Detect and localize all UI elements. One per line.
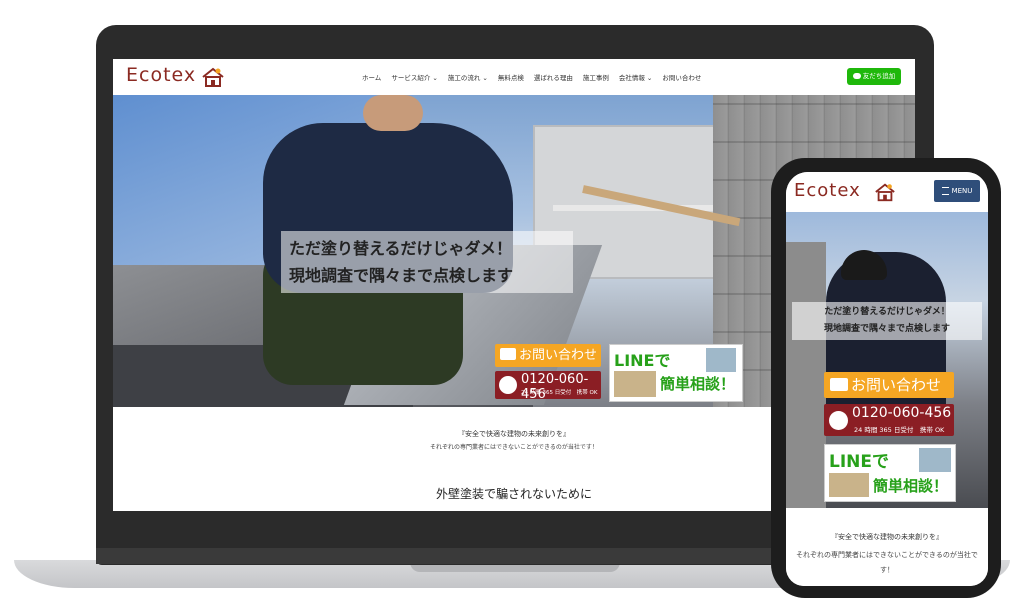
line-bubble-icon: [852, 73, 861, 79]
line-add-friend-label: 友だち追加: [862, 72, 896, 80]
phone-icon: [499, 376, 517, 394]
mobile-contact-button[interactable]: お問い合わせ: [824, 372, 954, 398]
desktop-header: Ecotex ホーム サービス紹介 ⌄ 施工の流れ ⌄ 無料点検 選ばれる理由 …: [113, 59, 915, 95]
house-logo-icon: [202, 67, 224, 87]
house-photo-2: [614, 371, 656, 397]
mobile-line-title: LINEで: [829, 452, 889, 472]
mobile-header: Ecotex MENU: [786, 172, 988, 212]
phone-hours: 24 時間 365 日受付 携帯 OK: [521, 390, 598, 396]
mobile-intro: 『安全で快適な建物の未来創りを』 それぞれの専門業者にはできないことができるのが…: [786, 508, 988, 586]
menu-button-label: MENU: [951, 187, 973, 195]
line-banner-title: LINEで: [614, 351, 671, 370]
mobile-headline-line2: 現地調査で隅々まで点検します: [823, 324, 950, 334]
house-logo-icon: [875, 183, 895, 202]
mobile-tagline: 『安全で快適な建物の未来創りを』: [831, 533, 943, 541]
mobile-contact-label: お問い合わせ: [851, 376, 942, 394]
desktop-nav: ホーム サービス紹介 ⌄ 施工の流れ ⌄ 無料点検 選ばれる理由 施工事例 会社…: [362, 72, 701, 82]
menu-bars-icon: [941, 187, 949, 195]
line-banner-subtitle: 簡単相談！: [660, 375, 736, 393]
house-photo-1: [706, 348, 736, 372]
contact-button-label: お問い合わせ: [519, 348, 598, 363]
nav-reasons[interactable]: 選ばれる理由: [534, 72, 573, 82]
line-consult-banner[interactable]: LINEで 簡単相談！: [609, 344, 743, 402]
house-photo-2: [829, 473, 869, 497]
mobile-hero-wall: [786, 242, 826, 508]
hero-headline-line2: 現地調査で隅々まで点検します: [289, 266, 514, 285]
contact-button[interactable]: お問い合わせ: [495, 344, 601, 367]
nav-home[interactable]: ホーム: [362, 72, 381, 82]
line-add-friend-button[interactable]: 友だち追加: [847, 68, 901, 85]
menu-button[interactable]: MENU: [934, 180, 980, 202]
mobile-phone-hours: 24 時間 365 日受付 携帯 OK: [854, 426, 945, 434]
mobile-hero: ただ塗り替えるだけじゃダメ！ 現地調査で隅々まで点検します お問い合わせ 012…: [786, 212, 988, 508]
mobile-subtagline: それぞれの専門業者にはできないことができるのが当社です！: [796, 551, 978, 574]
hero-worker-head: [363, 95, 423, 131]
phone-icon: [829, 411, 848, 430]
phone-number: 0120-060-456: [521, 372, 589, 402]
hero-headline-line1: ただ塗り替えるだけじゃダメ！: [289, 239, 513, 258]
mobile-line-banner[interactable]: LINEで 簡単相談！: [824, 444, 956, 502]
nav-company[interactable]: 会社情報 ⌄: [619, 72, 653, 82]
nav-flow[interactable]: 施工の流れ ⌄: [448, 72, 488, 82]
desktop-logo[interactable]: Ecotex: [126, 64, 196, 86]
nav-cases[interactable]: 施工事例: [583, 72, 609, 82]
mobile-phone-button[interactable]: 0120-060-456 24 時間 365 日受付 携帯 OK: [824, 404, 954, 436]
mobile-phone-number: 0120-060-456: [852, 405, 952, 421]
nav-contact[interactable]: お問い合わせ: [662, 72, 701, 82]
mobile-line-subtitle: 簡単相談！: [873, 477, 949, 495]
nav-services[interactable]: サービス紹介 ⌄: [391, 72, 438, 82]
mobile-hero-headline: ただ塗り替えるだけじゃダメ！ 現地調査で隅々まで点検します: [792, 302, 982, 340]
mobile-headline-line1: ただ塗り替えるだけじゃダメ！: [824, 307, 950, 317]
hero-headline: ただ塗り替えるだけじゃダメ！ 現地調査で隅々まで点検します: [281, 231, 573, 293]
envelope-icon: [830, 378, 848, 391]
phone-button[interactable]: 0120-060-456 24 時間 365 日受付 携帯 OK: [495, 371, 601, 402]
mobile-screen: Ecotex MENU ただ塗り替えるだけじゃダメ！ 現地調査で隅々まで点検しま…: [786, 172, 988, 586]
mobile-logo[interactable]: Ecotex: [794, 180, 861, 201]
nav-free-inspection[interactable]: 無料点検: [498, 72, 524, 82]
envelope-icon: [500, 348, 516, 360]
house-photo-1: [919, 448, 951, 472]
